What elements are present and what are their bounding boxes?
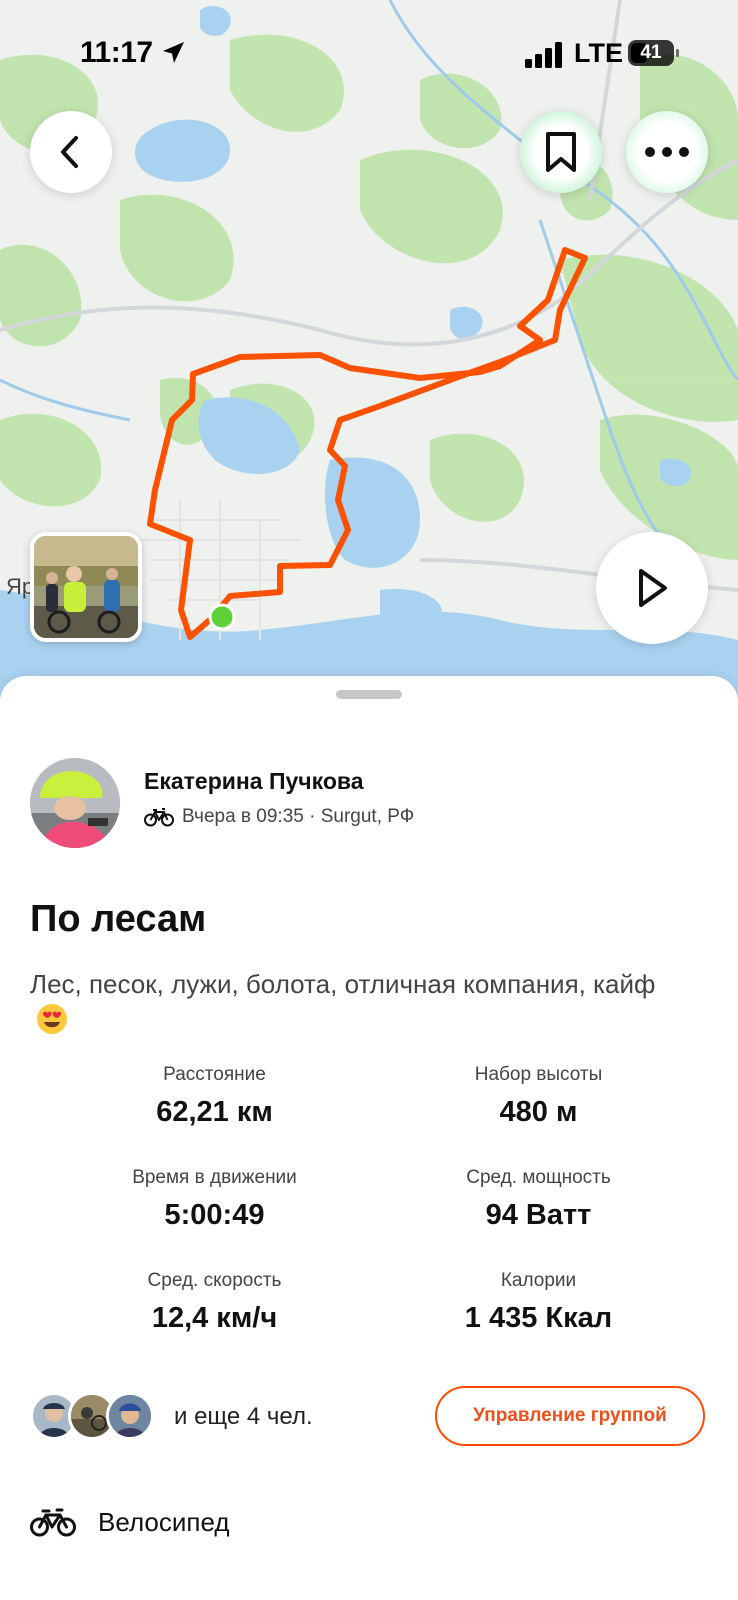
activity-photo-thumbnail[interactable] [30,532,142,642]
stat-avg-speed: Сред. скорость 12,4 км/ч [30,1270,399,1335]
status-time: 11:17 [80,36,153,69]
bookmark-icon [546,132,576,172]
play-flyover-button[interactable] [596,532,708,644]
stat-distance: Расстояние 62,21 км [30,1064,399,1129]
heart-eyes-emoji-icon [37,1004,67,1034]
route-start-marker [208,603,236,631]
stat-avg-power: Сред. мощность 94 Ватт [354,1167,723,1232]
status-bar: 11:17 LTE 41 [0,0,738,110]
location-arrow-icon [163,42,184,63]
stat-label: Расстояние [163,1064,266,1085]
activity-title: По лесам [30,898,207,940]
play-icon [639,569,667,607]
sheet-grabber[interactable] [336,690,402,699]
bicycle-icon [30,1508,76,1537]
group-members-avatars[interactable] [30,1392,160,1442]
avatar-image [30,758,120,848]
stat-label: Калории [500,1270,577,1291]
member-avatar-image [109,1395,151,1437]
avatar[interactable] [30,758,120,848]
back-button[interactable] [30,111,112,193]
stat-label: Набор высоты [474,1064,603,1085]
bicycle-icon [144,808,174,827]
stat-label: Сред. мощность [466,1167,611,1188]
stat-moving-time: Время в движении 5:00:49 [30,1167,399,1232]
athlete-header[interactable]: Екатерина Пучкова Вчера в 09:35 · Surgut… [30,758,710,848]
sport-type-label: Велосипед [98,1506,230,1537]
bookmark-button[interactable] [520,111,602,193]
stat-label: Время в движении [132,1167,297,1188]
sport-type-row: Велосипед [30,1502,230,1542]
manage-group-button[interactable]: Управление группой [435,1386,705,1446]
stat-calories: Калории 1 435 Ккал [354,1270,723,1335]
activity-date-location: Вчера в 09:35 · Surgut, РФ [182,806,415,827]
activity-meta: Вчера в 09:35 · Surgut, РФ [144,806,414,828]
stat-value: 12,4 км/ч [151,1302,278,1334]
cellular-signal-icon [525,42,562,68]
stat-value: 62,21 км [156,1096,273,1128]
group-activity-row: и еще 4 чел. Управление группой [30,1386,710,1448]
more-options-button[interactable] [626,111,708,193]
activity-description: Лес, песок, лужи, болота, отличная компа… [30,966,690,1040]
stat-label: Сред. скорость [147,1270,282,1291]
stat-value: 94 Ватт [485,1199,592,1231]
chevron-left-icon [61,136,78,168]
avatar[interactable] [106,1392,154,1440]
battery-icon: 41 [628,40,679,66]
route-map[interactable]: Яр 11:17 LTE 41 [0,0,738,700]
battery-level: 41 [640,42,662,63]
group-others-count[interactable]: и еще 4 чел. [174,1403,313,1431]
athlete-name[interactable]: Екатерина Пучкова [144,768,364,795]
activity-details-sheet: Екатерина Пучкова Вчера в 09:35 · Surgut… [0,676,738,1600]
more-horizontal-icon [645,147,689,157]
activity-photo [34,536,138,638]
network-type: LTE [574,38,623,68]
stat-elevation: Набор высоты 480 м [354,1064,723,1129]
activity-description-text: Лес, песок, лужи, болота, отличная компа… [30,969,656,999]
stat-value: 5:00:49 [164,1199,265,1231]
stat-value: 1 435 Ккал [464,1302,613,1334]
stat-value: 480 м [499,1096,578,1128]
